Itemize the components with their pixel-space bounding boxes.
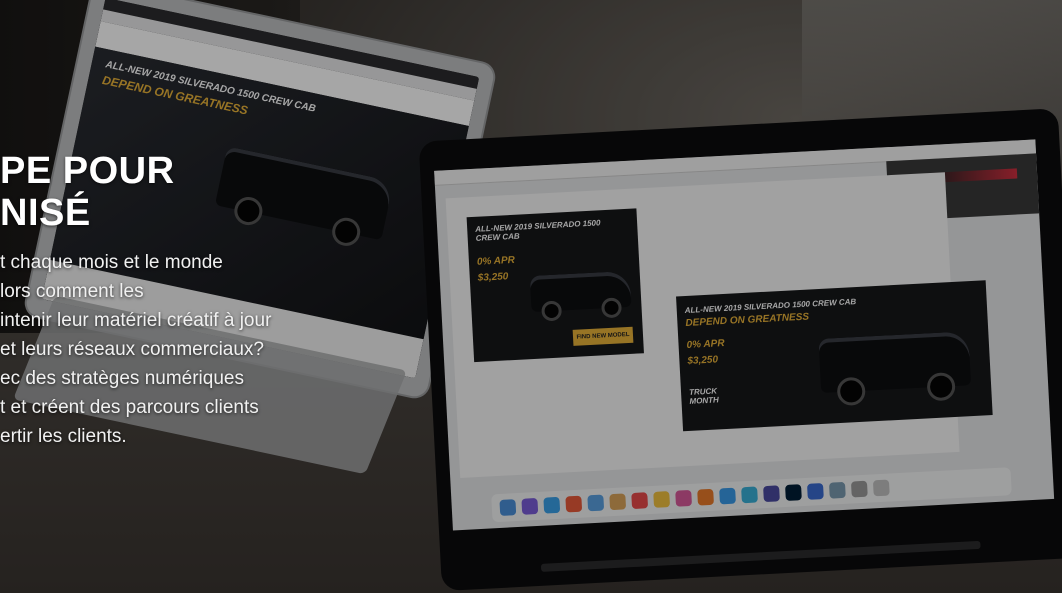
hero-paragraph-line: et leurs réseaux commerciaux? xyxy=(0,339,264,360)
hero-paragraph-line: intenir leur matériel créatif à jour xyxy=(0,310,272,331)
hero-paragraph-line: t et créent des parcours clients xyxy=(0,397,259,418)
hero-paragraph-line: lors comment les xyxy=(0,281,144,302)
hero-paragraph: t chaque mois et le monde lors comment l… xyxy=(0,248,400,451)
hero-heading: PE POUR NISÉ xyxy=(0,150,400,234)
hero-paragraph-line: t chaque mois et le monde xyxy=(0,252,223,273)
hero-heading-line: PE POUR xyxy=(0,150,175,192)
hero-paragraph-line: ertir les clients. xyxy=(0,426,127,447)
hero-heading-line: NISÉ xyxy=(0,192,91,234)
hero-text-overlay: PE POUR NISÉ t chaque mois et le monde l… xyxy=(0,150,400,451)
hero-paragraph-line: ec des stratèges numériques xyxy=(0,368,244,389)
